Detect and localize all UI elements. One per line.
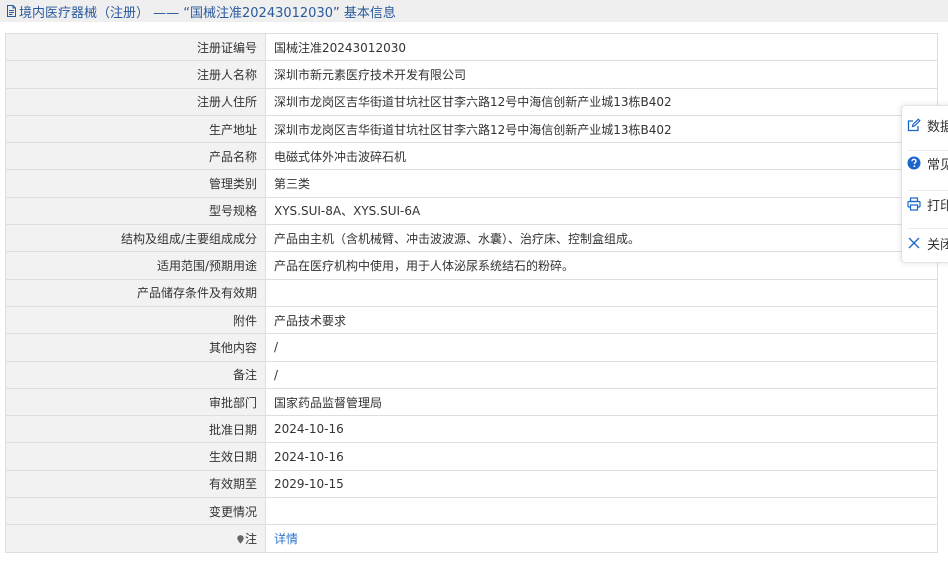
- row-label: 型号规格: [5, 196, 266, 226]
- row-label: 有效期至: [5, 469, 266, 499]
- detail-table: 注册证编号 国械注准20243012030 注册人名称 深圳市新元素医疗技术开发…: [5, 32, 938, 553]
- row-label: 注册证编号: [5, 32, 266, 62]
- faq-button-label: 常见: [927, 157, 948, 173]
- note-value-cell: 详情: [265, 524, 938, 553]
- close-button[interactable]: 关闭: [907, 232, 948, 254]
- table-row: 产品名称 电磁式体外冲击波碎石机: [5, 142, 938, 171]
- document-icon: [7, 5, 16, 17]
- table-row: 适用范围/预期用途 产品在医疗机构中使用，用于人体泌尿系统结石的粉碎。: [5, 251, 938, 280]
- pin-icon: [237, 535, 244, 544]
- row-value: 第三类: [265, 169, 938, 198]
- row-label: 注册人住所: [5, 87, 266, 116]
- row-label: 产品名称: [5, 142, 266, 171]
- edit-icon: [907, 118, 921, 132]
- note-label-cell: 注: [5, 524, 266, 553]
- row-label: 适用范围/预期用途: [5, 251, 266, 280]
- row-value: [265, 497, 938, 526]
- details-link[interactable]: 详情: [274, 532, 298, 546]
- row-label: 注册人名称: [5, 60, 266, 89]
- table-row: 其他内容 /: [5, 333, 938, 362]
- row-value: /: [265, 360, 938, 389]
- row-value: 国械注准20243012030: [265, 32, 938, 62]
- row-value: 电磁式体外冲击波碎石机: [265, 142, 938, 171]
- table-row: 注册证编号 国械注准20243012030: [5, 32, 938, 62]
- table-row: 生产地址 深圳市龙岗区吉华街道甘坑社区甘李六路12号中海信创新产业城13栋B40…: [5, 114, 938, 144]
- row-value: XYS.SUI-8A、XYS.SUI-6A: [265, 196, 938, 226]
- row-label: 变更情况: [5, 497, 266, 526]
- print-icon: [907, 197, 921, 211]
- row-value: 深圳市新元素医疗技术开发有限公司: [265, 60, 938, 89]
- row-value: 产品由主机（含机械臂、冲击波波源、水囊）、治疗床、控制盒组成。: [265, 224, 938, 253]
- data-button[interactable]: 数据: [907, 114, 948, 136]
- row-value: /: [265, 333, 938, 362]
- close-icon: [908, 237, 920, 249]
- table-row: 批准日期 2024-10-16: [5, 415, 938, 444]
- row-label: 附件: [5, 305, 266, 335]
- note-label: 注: [244, 531, 257, 546]
- table-row: 审批部门 国家药品监督管理局: [5, 387, 938, 417]
- panel-divider: [908, 150, 948, 151]
- table-row: 注册人名称 深圳市新元素医疗技术开发有限公司: [5, 60, 938, 89]
- row-value: 2024-10-16: [265, 442, 938, 471]
- row-value: 2024-10-16: [265, 415, 938, 444]
- row-value: 国家药品监督管理局: [265, 387, 938, 417]
- table-row: 变更情况: [5, 497, 938, 526]
- question-icon: [907, 156, 921, 170]
- table-row: 附件 产品技术要求: [5, 305, 938, 335]
- row-label: 备注: [5, 360, 266, 389]
- print-button-label: 打印: [927, 198, 948, 214]
- floating-toolbar: 数据 常见 打印 关闭: [901, 105, 948, 263]
- row-value: 产品在医疗机构中使用，用于人体泌尿系统结石的粉碎。: [265, 251, 938, 280]
- table-row: 备注 /: [5, 360, 938, 389]
- row-label: 生效日期: [5, 442, 266, 471]
- row-label: 管理类别: [5, 169, 266, 198]
- row-value: 产品技术要求: [265, 305, 938, 335]
- table-row: 生效日期 2024-10-16: [5, 442, 938, 471]
- row-value: 深圳市龙岗区吉华街道甘坑社区甘李六路12号中海信创新产业城13栋B402: [265, 114, 938, 144]
- row-label: 批准日期: [5, 415, 266, 444]
- table-row: 注册人住所 深圳市龙岗区吉华街道甘坑社区甘李六路12号中海信创新产业城13栋B4…: [5, 87, 938, 116]
- table-row: 有效期至 2029-10-15: [5, 469, 938, 499]
- close-button-label: 关闭: [927, 237, 948, 253]
- row-label: 审批部门: [5, 387, 266, 417]
- table-row: 结构及组成/主要组成成分 产品由主机（含机械臂、冲击波波源、水囊）、治疗床、控制…: [5, 224, 938, 253]
- faq-button[interactable]: 常见: [907, 152, 948, 174]
- page-title-bar: 境内医疗器械（注册） —— “国械注准20243012030” 基本信息: [0, 0, 948, 22]
- row-value: 深圳市龙岗区吉华街道甘坑社区甘李六路12号中海信创新产业城13栋B402: [265, 87, 938, 116]
- panel-divider: [908, 190, 948, 191]
- table-row: 管理类别 第三类: [5, 169, 938, 198]
- row-label: 结构及组成/主要组成成分: [5, 224, 266, 253]
- row-label: 产品储存条件及有效期: [5, 278, 266, 307]
- row-value: 2029-10-15: [265, 469, 938, 499]
- row-value: [265, 278, 938, 307]
- table-row: 型号规格 XYS.SUI-8A、XYS.SUI-6A: [5, 196, 938, 226]
- print-button[interactable]: 打印: [907, 193, 948, 215]
- page: 境内医疗器械（注册） —— “国械注准20243012030” 基本信息 注册证…: [0, 0, 948, 561]
- row-label: 其他内容: [5, 333, 266, 362]
- table-row: 产品储存条件及有效期: [5, 278, 938, 307]
- note-row: 注 详情: [5, 524, 938, 553]
- data-button-label: 数据: [927, 119, 948, 135]
- page-title: 境内医疗器械（注册） —— “国械注准20243012030” 基本信息: [19, 5, 396, 21]
- row-label: 生产地址: [5, 114, 266, 144]
- panel-divider: [908, 228, 948, 229]
